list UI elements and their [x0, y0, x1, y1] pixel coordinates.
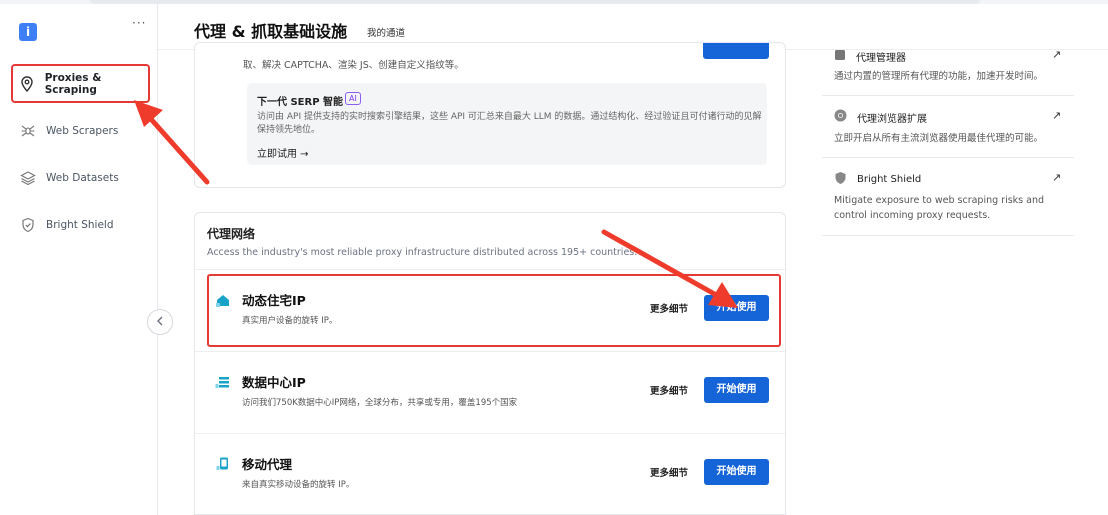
sidebar-item-web-scrapers[interactable]: Web Scrapers: [14, 114, 148, 148]
annotation-highlight-box: [11, 64, 150, 103]
row-subtitle: 来自真实移动设备的旋转 IP。: [242, 480, 355, 490]
external-link-icon[interactable]: ↗: [1052, 109, 1061, 122]
tool-item-proxy-manager[interactable]: 代理管理器 ↗ 通过内置的管理所有代理的功能，加速开发时间。: [822, 42, 1074, 96]
more-details-link[interactable]: 更多细节: [650, 465, 688, 479]
row-subtitle: 访问我们750K数据中心IP网络，全球分布，共享或专用，覆盖195个国家: [242, 398, 518, 408]
proxy-manager-icon: [834, 49, 846, 64]
tool-title: 代理管理器: [856, 53, 906, 64]
row-title: 移动代理: [242, 457, 293, 472]
external-link-icon[interactable]: ↗: [1052, 171, 1061, 184]
tool-description: 立即开启从所有主流浏览器使用最佳代理的可能。: [834, 133, 1044, 144]
serp-description: 访问由 API 提供支持的实时搜索引擎结果，这些 API 可汇总来自最大 LLM…: [257, 112, 762, 135]
tool-description: Mitigate exposure to web scraping risks …: [834, 195, 1045, 221]
layers-icon: [20, 170, 36, 186]
sidebar-item-web-datasets[interactable]: Web Datasets: [14, 161, 148, 195]
tool-item-bright-shield[interactable]: Bright Shield ↗ Mitigate exposure to web…: [822, 158, 1074, 236]
mobile-icon: [215, 456, 231, 472]
serp-title: 下一代 SERP 智能: [257, 97, 344, 108]
chrome-icon: [834, 109, 847, 125]
chevron-left-icon: [156, 315, 164, 329]
tool-description: 通过内置的管理所有代理的功能，加速开发时间。: [834, 71, 1044, 82]
start-button-partial[interactable]: [703, 43, 769, 59]
tool-header: 代理管理器: [834, 49, 906, 64]
section-description: Access the industry's most reliable prox…: [207, 247, 638, 258]
list-item-mobile-proxy[interactable]: 移动代理 来自真实移动设备的旋转 IP。 更多细节 开始使用: [195, 433, 785, 514]
server-icon: [215, 374, 231, 390]
my-channels-link[interactable]: 我的通道: [367, 25, 405, 39]
external-link-icon[interactable]: ↗: [1052, 48, 1061, 61]
scraping-card: 取、解决 CAPTCHA、渲染 JS、创建自定义指纹等。 下一代 SERP 智能…: [194, 42, 786, 188]
tool-title: 代理浏览器扩展: [857, 113, 927, 125]
sidebar-item-bright-shield[interactable]: Bright Shield: [14, 208, 148, 242]
more-details-link[interactable]: 更多细节: [650, 383, 688, 397]
sidebar-item-label: Web Datasets: [46, 172, 119, 184]
section-title: 代理网络: [207, 227, 256, 241]
tool-title: Bright Shield: [857, 174, 922, 185]
ai-badge: AI: [345, 92, 361, 105]
row-title: 数据中心IP: [242, 375, 306, 390]
list-item-datacenter-proxy[interactable]: 数据中心IP 访问我们750K数据中心IP网络，全球分布，共享或专用，覆盖195…: [195, 351, 785, 433]
brand-logo[interactable]: i: [19, 23, 37, 41]
annotation-highlight-box: [207, 274, 781, 347]
tool-header: 代理浏览器扩展: [834, 109, 927, 125]
more-options-icon[interactable]: ···: [132, 16, 146, 30]
tool-item-browser-extension[interactable]: 代理浏览器扩展 ↗ 立即开启从所有主流浏览器使用最佳代理的可能。: [822, 96, 1074, 158]
shield-icon: [834, 171, 847, 188]
tool-header: Bright Shield: [834, 171, 921, 188]
sidebar-collapse-button[interactable]: [147, 309, 173, 335]
sidebar-item-label: Web Scrapers: [46, 125, 119, 137]
shield-icon: [20, 217, 36, 233]
spider-icon: [20, 123, 36, 139]
sidebar-item-label: Bright Shield: [46, 219, 114, 231]
app-root: i ··· Proxies & Scraping Web Scrapers We…: [0, 0, 1108, 515]
card-description: 取、解决 CAPTCHA、渲染 JS、创建自定义指纹等。: [243, 60, 464, 71]
try-now-link[interactable]: 立即试用 →: [257, 145, 309, 160]
serp-promo-box: 下一代 SERP 智能 AI 访问由 API 提供支持的实时搜索引擎结果，这些 …: [247, 83, 767, 165]
proxy-network-card: 代理网络 Access the industry's most reliable…: [194, 212, 786, 515]
get-started-button[interactable]: 开始使用: [704, 459, 769, 485]
get-started-button[interactable]: 开始使用: [704, 377, 769, 403]
page-title: 代理 & 抓取基础设施: [194, 22, 348, 41]
